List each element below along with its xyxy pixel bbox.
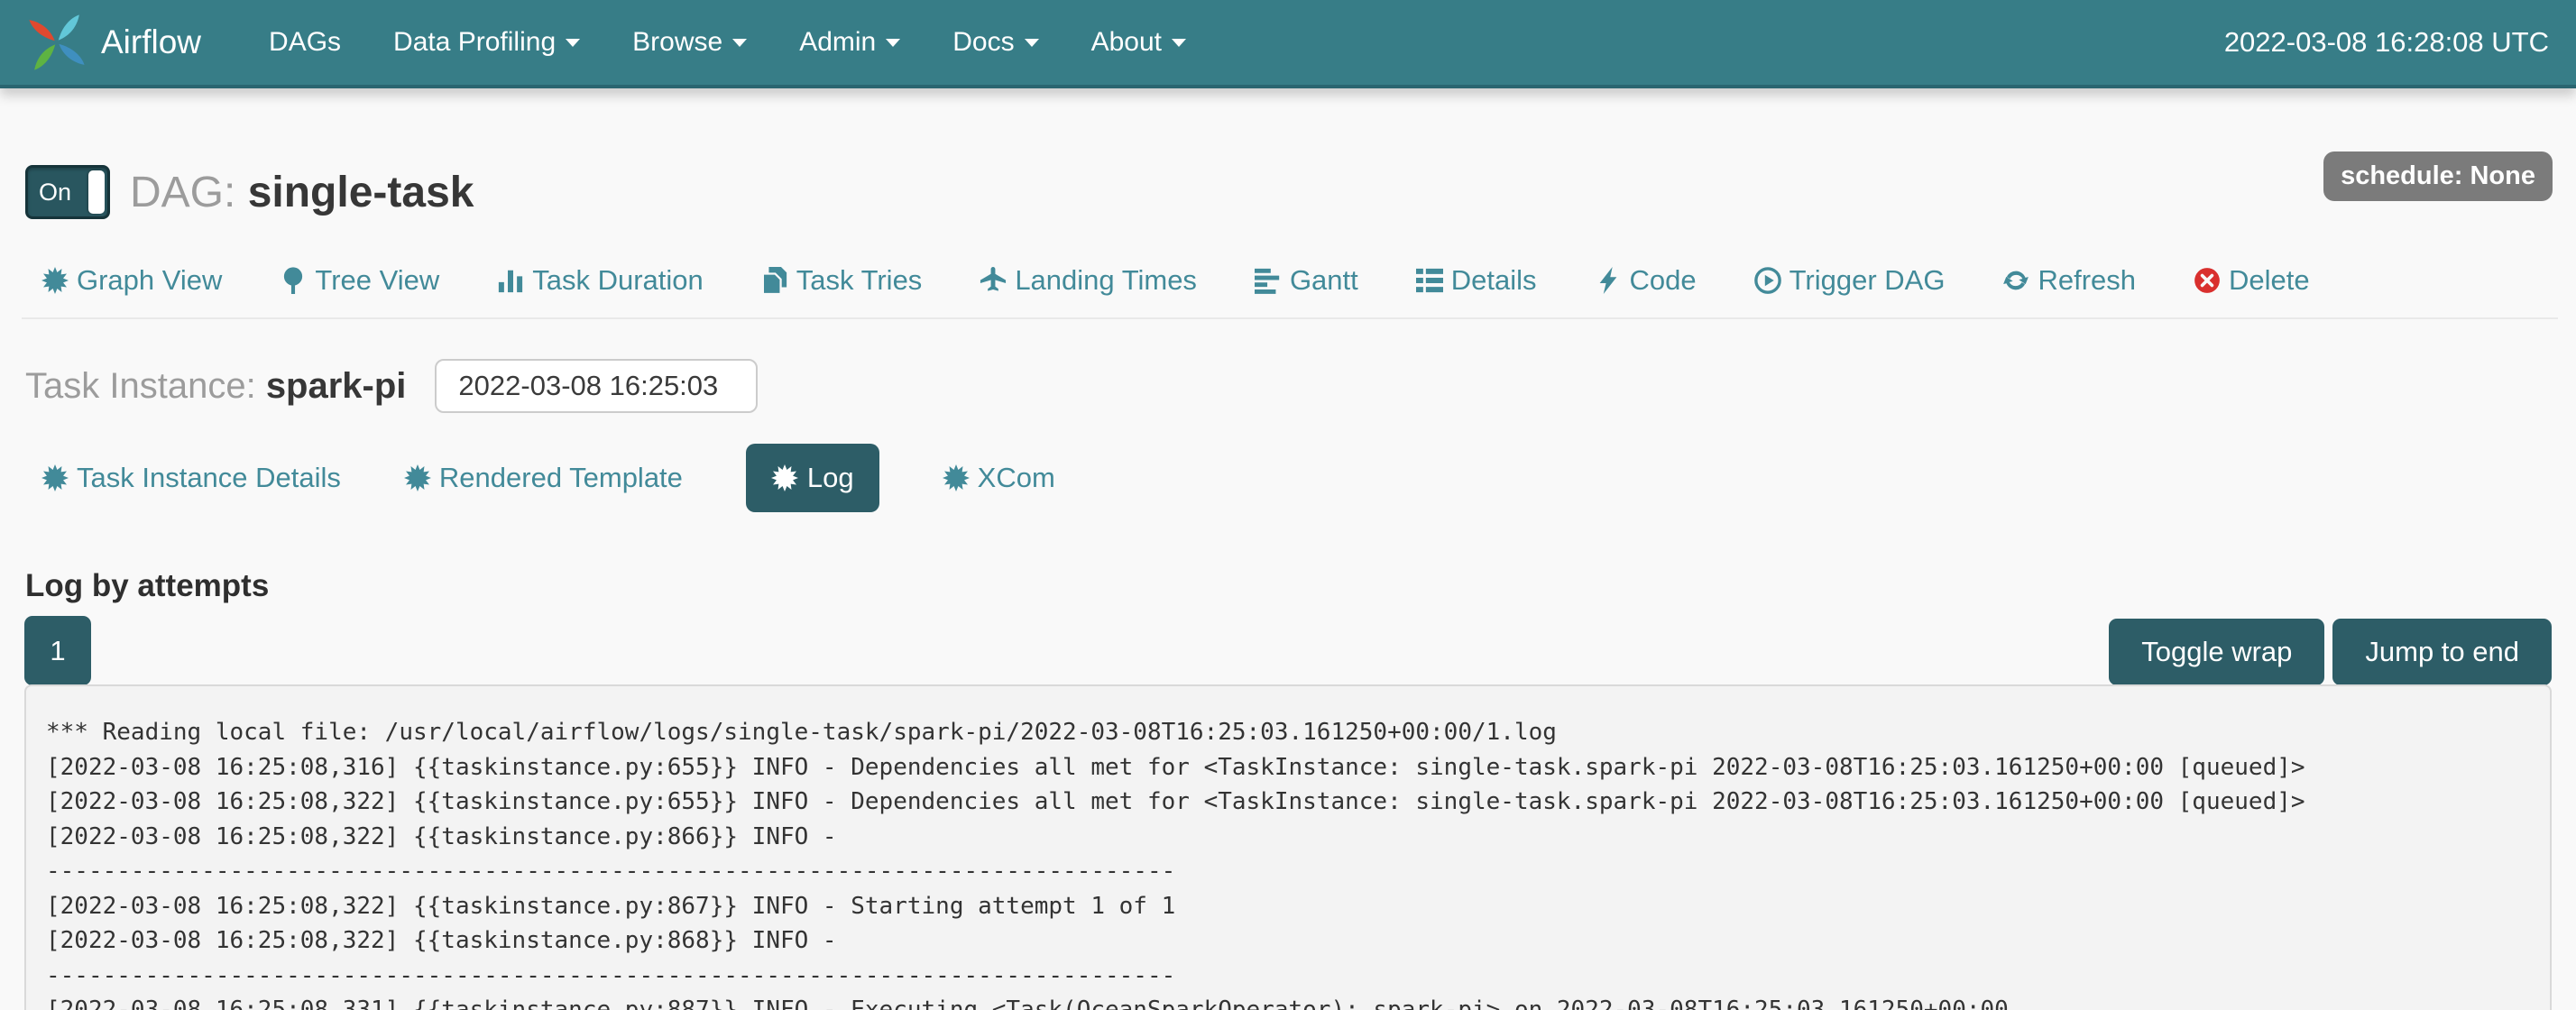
tab-task-instance-details[interactable]: Task Instance Details <box>41 462 341 494</box>
page-title: DAG: single-task <box>130 168 474 217</box>
nav-item-admin[interactable]: Admin <box>773 0 926 85</box>
chevron-down-icon <box>1172 39 1186 47</box>
chevron-down-icon <box>732 39 747 47</box>
plane-icon <box>980 267 1007 294</box>
tab-delete[interactable]: Delete <box>2194 264 2310 297</box>
divider <box>22 317 2558 319</box>
log-line: [2022-03-08 16:25:08,322] {{taskinstance… <box>46 820 2530 855</box>
tab-refresh[interactable]: Refresh <box>2002 264 2136 297</box>
log-by-attempts-heading: Log by attempts <box>25 568 269 604</box>
tab-log[interactable]: Log <box>746 444 879 512</box>
dag-pause-toggle[interactable]: On <box>25 165 110 219</box>
delete-circle-icon <box>2194 267 2221 294</box>
tree-icon <box>280 267 307 294</box>
log-line: [2022-03-08 16:25:08,322] {{taskinstance… <box>46 923 2530 959</box>
task-instance-heading: Task Instance: spark-pi <box>25 366 406 407</box>
task-instance-tabs: Task Instance Details Rendered Template … <box>41 444 1055 512</box>
nav-menu: DAGs Data Profiling Browse Admin Docs Ab… <box>243 0 1212 85</box>
dag-title-prefix: DAG: <box>130 169 235 216</box>
tab-gantt[interactable]: Gantt <box>1255 264 1358 297</box>
log-line: ----------------------------------------… <box>46 854 2530 889</box>
certificate-icon <box>943 464 970 491</box>
nav-item-about[interactable]: About <box>1065 0 1212 85</box>
airflow-logo <box>27 13 87 72</box>
list-icon <box>1416 267 1443 294</box>
tab-trigger-dag[interactable]: Trigger DAG <box>1754 264 1946 297</box>
airflow-brand-link[interactable]: Airflow <box>27 13 201 72</box>
certificate-icon <box>41 464 69 491</box>
attempt-1-tab[interactable]: 1 <box>24 616 91 685</box>
chevron-down-icon <box>1025 39 1039 47</box>
lightning-bolt-icon <box>1595 267 1622 294</box>
toggle-on-label: On <box>39 179 71 207</box>
certificate-icon <box>41 267 69 294</box>
certificate-icon <box>771 464 798 491</box>
chevron-down-icon <box>566 39 580 47</box>
refresh-icon <box>2002 267 2029 294</box>
toggle-wrap-button[interactable]: Toggle wrap <box>2109 619 2324 685</box>
log-line: [2022-03-08 16:25:08,322] {{taskinstance… <box>46 889 2530 924</box>
tab-details[interactable]: Details <box>1416 264 1537 297</box>
tab-landing-times[interactable]: Landing Times <box>980 264 1197 297</box>
log-output-panel[interactable]: *** Reading local file: /usr/local/airfl… <box>24 684 2552 1010</box>
dag-name: single-task <box>248 169 474 216</box>
task-instance-prefix: Task Instance: <box>25 366 256 406</box>
certificate-icon <box>404 464 431 491</box>
nav-item-browse[interactable]: Browse <box>606 0 773 85</box>
log-line: [2022-03-08 16:25:08,322] {{taskinstance… <box>46 785 2530 820</box>
utc-clock: 2022-03-08 16:28:08 UTC <box>2224 26 2549 59</box>
tab-code[interactable]: Code <box>1595 264 1697 297</box>
nav-item-docs[interactable]: Docs <box>926 0 1064 85</box>
schedule-badge: schedule: None <box>2323 152 2553 201</box>
task-name: spark-pi <box>266 366 407 406</box>
dag-view-tabs: Graph View Tree View Task Duration Task … <box>41 264 2310 297</box>
tab-task-duration[interactable]: Task Duration <box>497 264 704 297</box>
jump-to-end-button[interactable]: Jump to end <box>2332 619 2552 685</box>
align-left-icon <box>1255 267 1282 294</box>
tab-tree-view[interactable]: Tree View <box>280 264 439 297</box>
nav-item-dags[interactable]: DAGs <box>243 0 367 85</box>
tab-rendered-template[interactable]: Rendered Template <box>404 462 683 494</box>
log-line: [2022-03-08 16:25:08,331] {{taskinstance… <box>46 993 2530 1010</box>
log-line: *** Reading local file: /usr/local/airfl… <box>46 715 2530 750</box>
duplicate-icon <box>761 267 788 294</box>
top-navbar: Airflow DAGs Data Profiling Browse Admin… <box>0 0 2576 88</box>
nav-item-data-profiling[interactable]: Data Profiling <box>367 0 606 85</box>
tab-graph-view[interactable]: Graph View <box>41 264 222 297</box>
log-line: ----------------------------------------… <box>46 959 2530 994</box>
execution-date-input[interactable] <box>435 359 758 413</box>
log-actions: Toggle wrap Jump to end <box>2109 619 2552 685</box>
toggle-knob <box>88 170 105 214</box>
brand-label: Airflow <box>101 23 201 61</box>
tab-task-tries[interactable]: Task Tries <box>761 264 923 297</box>
play-circle-icon <box>1754 267 1781 294</box>
tab-xcom[interactable]: XCom <box>943 462 1055 494</box>
chevron-down-icon <box>886 39 900 47</box>
bar-chart-icon <box>497 267 524 294</box>
log-line: [2022-03-08 16:25:08,316] {{taskinstance… <box>46 750 2530 785</box>
